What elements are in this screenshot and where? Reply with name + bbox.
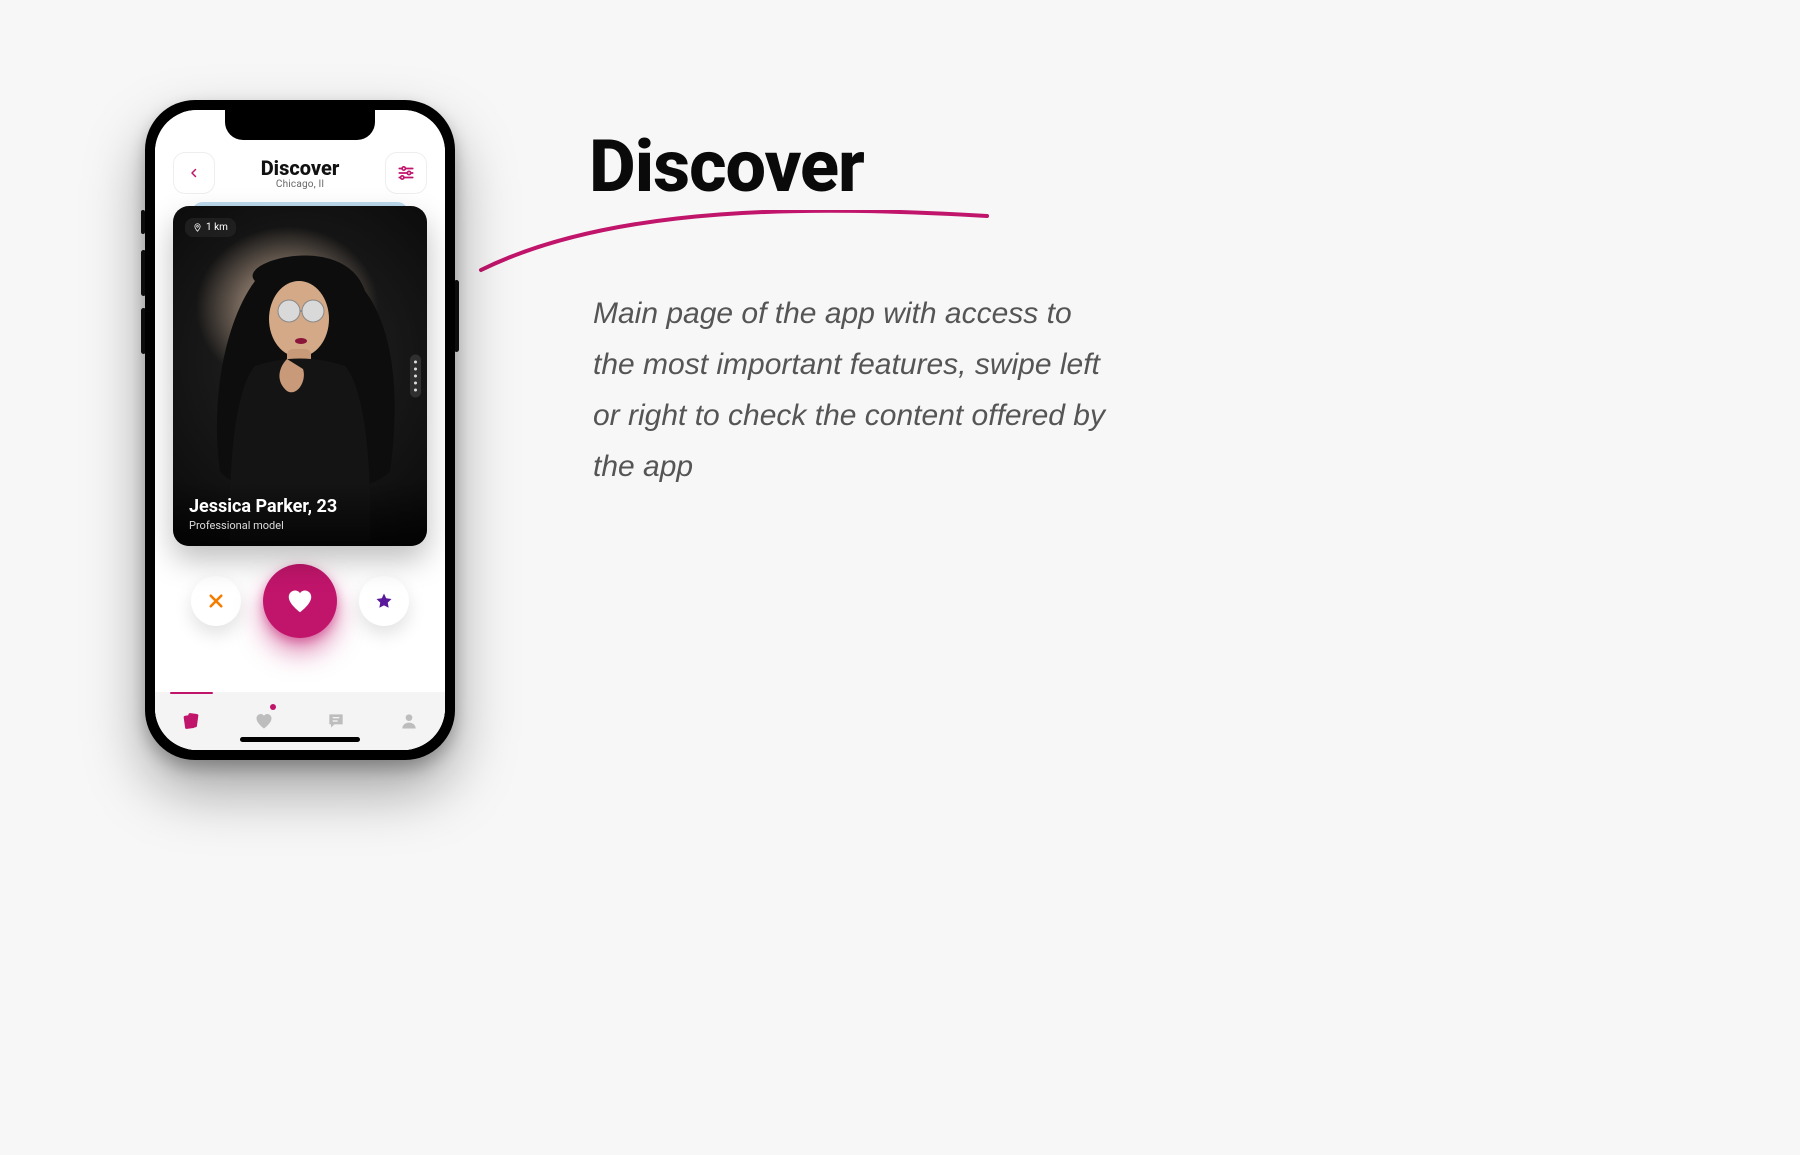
pass-button[interactable] xyxy=(191,576,241,626)
profile-card[interactable]: 1 km Jessica Parker, 23 Professional mod… xyxy=(173,206,427,546)
page-description: Main page of the app with access to the … xyxy=(593,288,1113,492)
card-footer: Jessica Parker, 23 Professional model xyxy=(173,482,427,546)
app-header: Discover Chicago, Il xyxy=(155,152,445,194)
profile-name: Jessica Parker, 23 xyxy=(189,496,411,517)
star-icon xyxy=(375,592,393,610)
pin-icon xyxy=(193,223,202,232)
superlike-button[interactable] xyxy=(359,576,409,626)
back-button[interactable] xyxy=(173,152,215,194)
profile-subtitle: Professional model xyxy=(189,519,411,532)
user-icon xyxy=(399,711,419,731)
heart-outline-icon xyxy=(254,711,274,731)
app-root: Discover Chicago, Il xyxy=(155,110,445,750)
nav-profile[interactable] xyxy=(373,692,446,750)
page-title: Discover xyxy=(589,124,864,209)
card-page-dots[interactable] xyxy=(410,355,421,398)
heart-icon xyxy=(285,586,315,616)
header-title: Discover xyxy=(261,156,340,180)
cards-icon xyxy=(181,711,201,731)
phone-notch xyxy=(225,110,375,140)
notification-dot-icon xyxy=(270,704,276,710)
header-subtitle: Chicago, Il xyxy=(261,179,340,190)
distance-text: 1 km xyxy=(206,222,228,233)
chat-icon xyxy=(326,711,346,731)
home-indicator xyxy=(240,737,360,742)
filter-button[interactable] xyxy=(385,152,427,194)
action-row xyxy=(155,564,445,638)
like-button[interactable] xyxy=(263,564,337,638)
distance-badge: 1 km xyxy=(185,218,236,237)
nav-discover[interactable] xyxy=(155,692,228,750)
chevron-left-icon xyxy=(188,167,200,179)
sliders-icon xyxy=(397,164,415,182)
header-title-block: Discover Chicago, Il xyxy=(261,156,340,190)
phone-mockup: Discover Chicago, Il xyxy=(145,100,455,760)
card-stack: 1 km Jessica Parker, 23 Professional mod… xyxy=(173,206,427,546)
underline-swoosh-icon xyxy=(475,210,995,290)
x-icon xyxy=(207,592,225,610)
